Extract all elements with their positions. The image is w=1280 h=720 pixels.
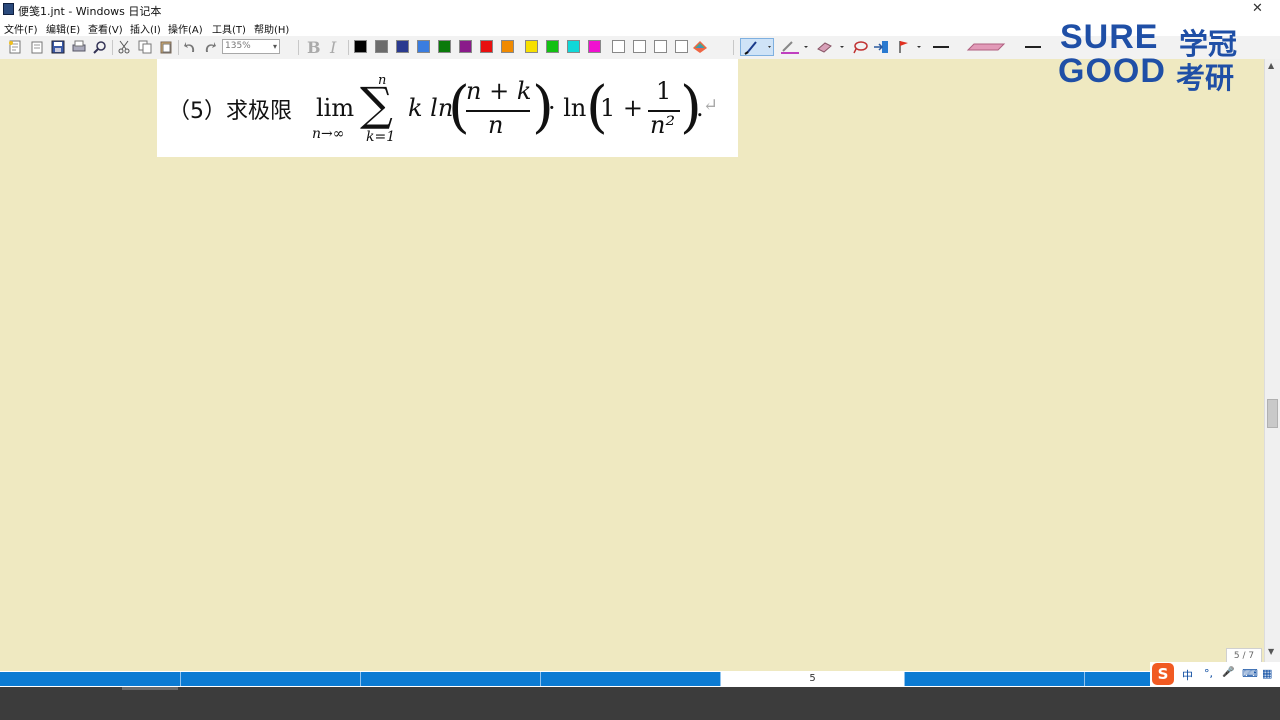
pen-color-swatch[interactable] (633, 40, 646, 53)
color-picker-icon[interactable] (692, 40, 707, 54)
pen-tool-button[interactable] (740, 38, 774, 56)
paste-icon[interactable] (159, 40, 173, 54)
toolbar-separator (298, 40, 299, 55)
ime-punctuation-icon[interactable]: °, (1204, 667, 1213, 680)
page-navigation-bar: 5 (0, 671, 1280, 687)
lim-subscript: n→∞ (312, 126, 345, 142)
scroll-down-icon[interactable]: ▼ (1268, 647, 1274, 656)
chevron-down-icon: ▾ (272, 42, 277, 51)
highlighter-icon[interactable] (780, 40, 810, 54)
frac2-numerator: 1 (656, 77, 672, 105)
insert-space-icon[interactable] (873, 40, 888, 54)
page-tab-current[interactable]: 5 (721, 672, 905, 686)
bold-button[interactable]: B (307, 38, 321, 57)
taskbar (0, 687, 1280, 720)
pen-color-swatch[interactable] (612, 40, 625, 53)
lasso-select-icon[interactable] (852, 40, 868, 54)
highlighter-width-icon[interactable] (1024, 40, 1042, 54)
cut-icon[interactable] (117, 40, 131, 54)
taskbar-highlight (122, 687, 178, 690)
page-tab[interactable] (0, 672, 181, 686)
sogou-ime-icon[interactable]: S (1152, 663, 1174, 685)
one-plus: 1 + (600, 94, 644, 122)
k-ln: k ln (408, 94, 454, 122)
ime-toolbar: S 中 °, 🎤 ⌨ ▦ (1150, 662, 1280, 686)
pen-color-swatch[interactable] (546, 40, 559, 53)
frac2-denominator: n² (650, 111, 676, 139)
pen-color-swatch[interactable] (417, 40, 430, 53)
menu-insert[interactable]: 插入(I) (130, 21, 161, 36)
page-tab[interactable] (905, 672, 1085, 686)
zoom-select[interactable]: 135% ▾ (222, 39, 280, 54)
zoom-value: 135% (225, 41, 251, 51)
frac1-numerator: n + k (466, 77, 532, 105)
italic-button[interactable]: I (330, 38, 336, 57)
pen-color-swatch[interactable] (354, 40, 367, 53)
page-tab[interactable] (181, 672, 361, 686)
flag-icon[interactable] (897, 40, 927, 54)
menu-view[interactable]: 查看(V) (88, 21, 123, 36)
keyboard-icon[interactable]: ⌨ (1242, 667, 1258, 680)
scrollbar-thumb[interactable] (1267, 399, 1278, 428)
find-icon[interactable] (93, 40, 107, 54)
scroll-up-icon[interactable]: ▲ (1268, 61, 1274, 70)
frac1-denominator: n (488, 111, 504, 139)
ime-toolbox-icon[interactable]: ▦ (1262, 667, 1272, 680)
menu-file[interactable]: 文件(F) (4, 21, 38, 36)
pen-color-swatch[interactable] (375, 40, 388, 53)
pen-color-swatch[interactable] (654, 40, 667, 53)
note-canvas[interactable]: （5）求极限 lim n→∞ n ∑ k=1 k ln ( n + k n ) … (0, 59, 1264, 671)
toolbar-separator (348, 40, 349, 55)
pen-color-swatch[interactable] (438, 40, 451, 53)
pen-width-icon[interactable] (932, 40, 950, 54)
logo-cn2: 考研 (1176, 63, 1235, 95)
toolbar-separator (112, 40, 113, 55)
window-title: 便笺1.jnt - Windows 日记本 (18, 5, 162, 18)
eraser-icon[interactable] (816, 40, 846, 54)
lim-operator: lim (316, 94, 355, 122)
menu-tools[interactable]: 工具(T) (212, 21, 246, 36)
logo-good: GOOD (1058, 52, 1166, 90)
highlighter-style-icon[interactable] (966, 40, 1006, 54)
microphone-icon[interactable]: 🎤 (1222, 667, 1234, 678)
pen-color-swatch[interactable] (396, 40, 409, 53)
menu-edit[interactable]: 编辑(E) (46, 21, 80, 36)
sum-lower-bound: k=1 (366, 129, 396, 145)
pen-color-swatch[interactable] (459, 40, 472, 53)
watermark-logo: SURE 学冠 GOOD 考研 (1058, 18, 1258, 95)
page-tab[interactable] (361, 672, 541, 686)
pen-color-swatch[interactable] (525, 40, 538, 53)
journal-app-icon (3, 3, 14, 15)
close-button[interactable]: ✕ (1252, 1, 1263, 16)
open-icon[interactable] (30, 40, 44, 54)
new-note-icon[interactable] (8, 40, 22, 54)
pen-color-swatch[interactable] (480, 40, 493, 53)
sum-symbol: ∑ (360, 77, 393, 131)
save-icon[interactable] (51, 40, 65, 54)
page-tab[interactable] (541, 672, 721, 686)
title-bar: 便笺1.jnt - Windows 日记本 ✕ (0, 0, 1280, 19)
ime-mode-chinese[interactable]: 中 (1182, 667, 1193, 683)
pen-color-swatch[interactable] (675, 40, 688, 53)
menu-help[interactable]: 帮助(H) (254, 21, 289, 36)
problem-label: （5）求极限 (168, 99, 292, 124)
pen-color-swatch[interactable] (567, 40, 580, 53)
copy-icon[interactable] (138, 40, 152, 54)
menu-actions[interactable]: 操作(A) (168, 21, 203, 36)
vertical-scrollbar[interactable]: ▲ ▼ (1264, 59, 1280, 671)
toolbar-separator (733, 40, 734, 55)
undo-icon[interactable] (183, 40, 197, 54)
pen-color-swatch[interactable] (588, 40, 601, 53)
pen-color-swatch[interactable] (501, 40, 514, 53)
return-mark: ↵ (703, 95, 719, 116)
redo-icon[interactable] (203, 40, 217, 54)
toolbar-separator (178, 40, 179, 55)
dot-ln: · ln (548, 94, 587, 122)
print-icon[interactable] (72, 40, 86, 54)
